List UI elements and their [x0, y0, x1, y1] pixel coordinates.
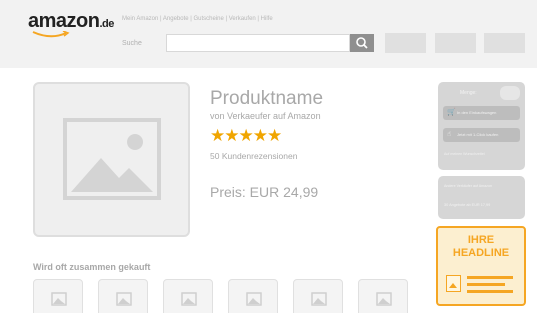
site-header: amazon.de Mein Amazon | Angebote | Gutsc… [0, 0, 537, 68]
logo-tld: .de [99, 18, 114, 30]
one-click-label: Jetzt mit 1-Click kaufen [457, 132, 499, 137]
related-product-thumb[interactable] [163, 279, 213, 313]
search-input[interactable] [166, 34, 350, 52]
magnifier-icon [356, 37, 368, 49]
image-placeholder-icon [376, 292, 392, 306]
image-placeholder-icon [63, 118, 161, 200]
buy-box: Menge: 🛒 In den Einkaufswagen ☝ Jetzt mi… [438, 82, 525, 170]
wishlist-link[interactable]: Auf meinen Wunschzettel [444, 152, 485, 156]
ad-text-line [467, 290, 513, 293]
ad-headline-line1: IHRE [467, 234, 495, 246]
related-product-thumb[interactable] [228, 279, 278, 313]
related-product-thumb[interactable] [33, 279, 83, 313]
ad-headline-line2: HEADLINE [452, 247, 510, 259]
image-placeholder-icon [311, 292, 327, 306]
add-to-cart-label: In den Einkaufswagen [457, 110, 497, 115]
related-product-thumb[interactable] [98, 279, 148, 313]
offers-count: 30 Angebote ab EUR 17,99 [444, 203, 491, 207]
rating-stars[interactable]: ★★★★★ [210, 126, 282, 146]
header-button-3[interactable] [484, 33, 525, 53]
product-price: Preis: EUR 24,99 [210, 184, 319, 200]
pointer-icon: ☝ [447, 131, 452, 138]
search-button[interactable] [350, 34, 374, 52]
image-placeholder-icon [246, 292, 262, 306]
image-placeholder-icon [51, 292, 67, 306]
one-click-button[interactable]: ☝ Jetzt mit 1-Click kaufen [443, 128, 520, 142]
related-product-thumb[interactable] [293, 279, 343, 313]
amazon-logo[interactable]: amazon.de [28, 10, 114, 33]
frequently-bought-heading: Wird oft zusammen gekauft [33, 262, 151, 272]
search-label: Suche [122, 40, 142, 47]
top-nav-links[interactable]: Mein Amazon | Angebote | Gutscheine | Ve… [122, 16, 273, 22]
cart-icon: 🛒 [447, 109, 456, 116]
add-to-cart-button[interactable]: 🛒 In den Einkaufswagen [443, 106, 520, 120]
seller-link[interactable]: von Verkaeufer auf Amazon [210, 111, 321, 121]
ad-text-line [467, 276, 513, 279]
quantity-label: Menge: [460, 90, 477, 96]
quantity-select[interactable] [500, 86, 520, 100]
header-button-1[interactable] [385, 33, 426, 53]
other-sellers-label: Andere Verkäufer auf Amazon [444, 184, 492, 188]
image-placeholder-icon [181, 292, 197, 306]
ad-text-line [467, 283, 505, 286]
other-offers-box[interactable]: Andere Verkäufer auf Amazon 30 Angebote … [438, 176, 525, 219]
image-placeholder-icon [116, 292, 132, 306]
header-button-2[interactable] [435, 33, 476, 53]
product-title: Produktname [210, 88, 324, 109]
ad-image-icon [446, 275, 461, 292]
ad-banner[interactable]: IHRE HEADLINE [436, 226, 526, 306]
reviews-link[interactable]: 50 Kundenrezensionen [210, 151, 297, 161]
logo-text: amazon [28, 10, 100, 32]
product-image[interactable] [33, 82, 190, 237]
logo-smile-icon [32, 31, 70, 38]
related-product-thumb[interactable] [358, 279, 408, 313]
